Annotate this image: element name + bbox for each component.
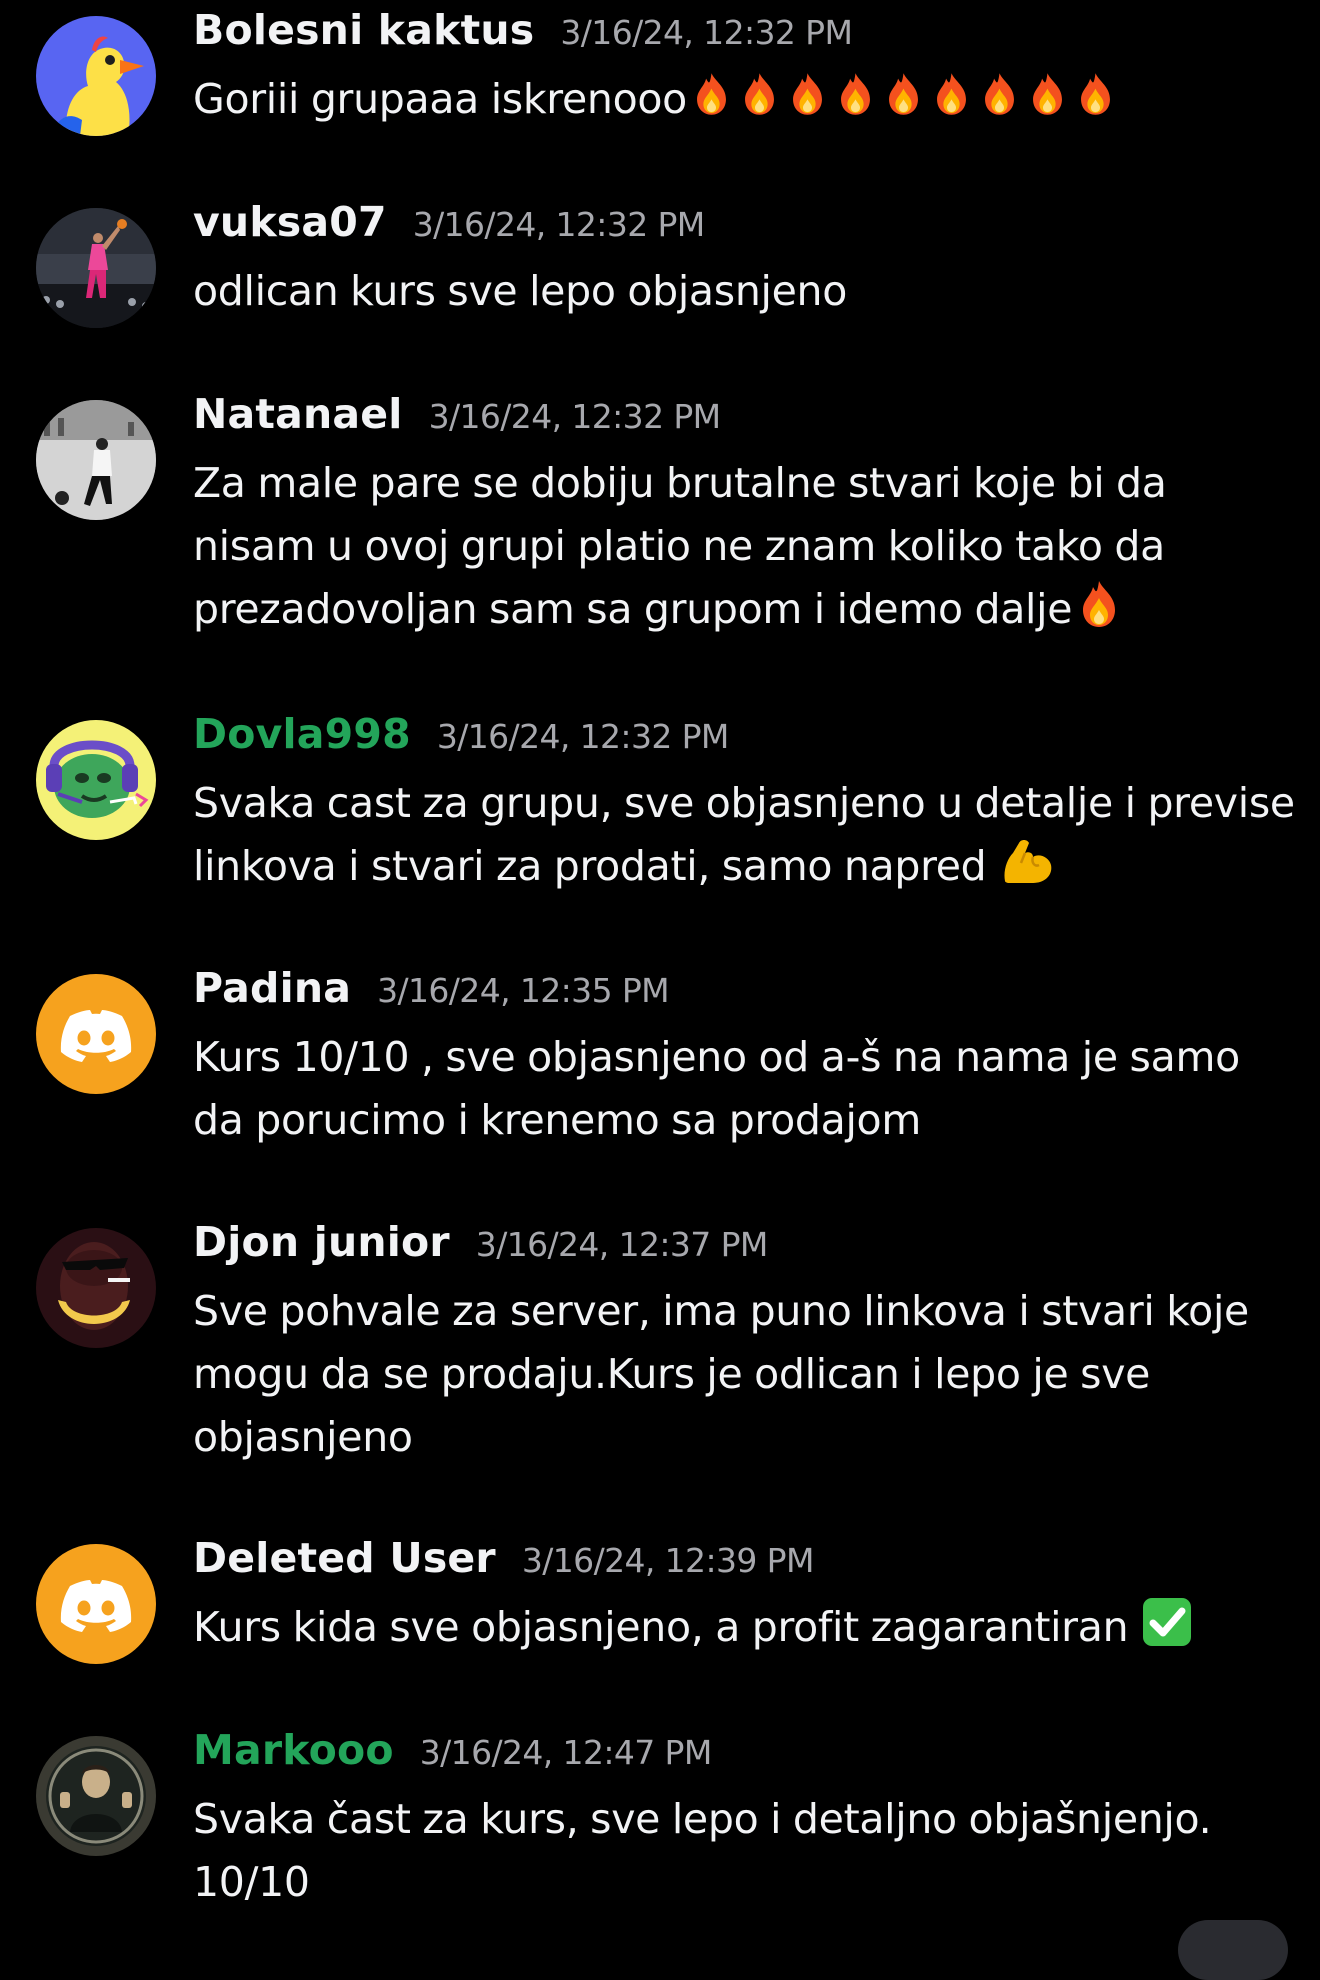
message-line: Kurs kida sve objasnjeno, a profit zagar… bbox=[193, 1596, 1283, 1659]
fire-emoji bbox=[880, 68, 927, 120]
fire-emoji bbox=[688, 68, 735, 120]
message-line: linkova i stvari za prodati, samo napred bbox=[193, 835, 1283, 898]
message-header: Dovla998 3/16/24, 12:32 PM bbox=[193, 710, 729, 774]
message-line: Goriii grupaaa iskrenooo bbox=[193, 68, 1283, 131]
message-line: mogu da se prodaju.Kurs je odlican i lep… bbox=[193, 1350, 1151, 1398]
discord-default-avatar[interactable] bbox=[36, 974, 156, 1094]
message-header: Natanael 3/16/24, 12:32 PM bbox=[193, 390, 721, 454]
timestamp: 3/16/24, 12:32 PM bbox=[428, 397, 722, 436]
scroll-to-bottom-button[interactable] bbox=[1178, 1920, 1288, 1980]
timestamp: 3/16/24, 12:47 PM bbox=[419, 1733, 713, 1772]
flexed-biceps-emoji bbox=[999, 835, 1057, 887]
message-line: Sve pohvale za server, ima puno linkova … bbox=[193, 1287, 1249, 1335]
message-line: odlican kurs sve lepo objasnjeno bbox=[193, 267, 847, 315]
sunglasses-photo-avatar[interactable] bbox=[36, 1228, 156, 1348]
message-line: da porucimo i krenemo sa prodajom bbox=[193, 1096, 921, 1144]
username[interactable]: vuksa07 bbox=[193, 198, 387, 246]
message-content: Goriii grupaaa iskrenooo bbox=[193, 68, 1283, 131]
message-header: Padina 3/16/24, 12:35 PM bbox=[193, 964, 670, 1028]
message-header: vuksa07 3/16/24, 12:32 PM bbox=[193, 198, 705, 262]
message-line: Za male pare se dobiju brutalne stvari k… bbox=[193, 459, 1167, 507]
message-header: Bolesni kaktus 3/16/24, 12:32 PM bbox=[193, 6, 853, 70]
message-item: Dovla998 3/16/24, 12:32 PM Svaka cast za… bbox=[0, 704, 1320, 956]
username[interactable]: Deleted User bbox=[193, 1534, 496, 1582]
username[interactable]: Dovla998 bbox=[193, 710, 411, 758]
message-header: Markooo 3/16/24, 12:47 PM bbox=[193, 1726, 712, 1790]
message-content: Kurs 10/10 , sve objasnjeno od a-š na na… bbox=[193, 1026, 1283, 1152]
message-item: Djon junior 3/16/24, 12:37 PM Sve pohval… bbox=[0, 1212, 1320, 1528]
message-line: prezadovoljan sam sa grupom i idemo dalj… bbox=[193, 578, 1283, 641]
football-photo-avatar[interactable] bbox=[36, 400, 156, 520]
message-line: objasnjeno bbox=[193, 1413, 413, 1461]
check-mark-emoji bbox=[1141, 1596, 1193, 1648]
username[interactable]: Bolesni kaktus bbox=[193, 6, 534, 54]
message-line: 10/10 bbox=[193, 1858, 310, 1906]
message-header: Djon junior 3/16/24, 12:37 PM bbox=[193, 1218, 768, 1282]
green-gamer-avatar[interactable] bbox=[36, 720, 156, 840]
timestamp: 3/16/24, 12:35 PM bbox=[377, 971, 670, 1010]
message-feed: Bolesni kaktus 3/16/24, 12:32 PM Goriii … bbox=[0, 0, 1320, 1980]
message-content: Svaka cast za grupu, sve objasnjeno u de… bbox=[193, 772, 1295, 898]
fire-emoji bbox=[784, 68, 831, 120]
message-text: linkova i stvari za prodati, samo napred bbox=[193, 842, 999, 890]
message-line: Svaka cast za grupu, sve objasnjeno u de… bbox=[193, 779, 1295, 827]
message-item: Markooo 3/16/24, 12:47 PM Svaka čast za … bbox=[0, 1720, 1320, 1936]
message-item: Bolesni kaktus 3/16/24, 12:32 PM Goriii … bbox=[0, 0, 1320, 190]
username[interactable]: Djon junior bbox=[193, 1218, 450, 1266]
message-item: vuksa07 3/16/24, 12:32 PM odlican kurs s… bbox=[0, 192, 1320, 382]
basketball-photo-avatar[interactable] bbox=[36, 208, 156, 328]
fire-emoji bbox=[736, 68, 783, 120]
fire-emoji bbox=[1072, 68, 1119, 120]
message-text: Goriii grupaaa iskrenooo bbox=[193, 75, 687, 123]
timestamp: 3/16/24, 12:32 PM bbox=[436, 717, 730, 756]
message-content: Sve pohvale za server, ima puno linkova … bbox=[193, 1280, 1283, 1469]
fire-emoji bbox=[1073, 578, 1125, 630]
message-text: Kurs kida sve objasnjeno, a profit zagar… bbox=[193, 1603, 1140, 1651]
duck-avatar-icon[interactable] bbox=[36, 16, 156, 136]
message-content: Svaka čast za kurs, sve lepo i detaljno … bbox=[193, 1788, 1283, 1914]
username[interactable]: Markooo bbox=[193, 1726, 394, 1774]
message-item: Deleted User 3/16/24, 12:39 PM Kurs kida… bbox=[0, 1528, 1320, 1720]
timestamp: 3/16/24, 12:32 PM bbox=[560, 13, 853, 52]
message-item: Padina 3/16/24, 12:35 PM Kurs 10/10 , sv… bbox=[0, 958, 1320, 1212]
message-text: prezadovoljan sam sa grupom i idemo dalj… bbox=[193, 585, 1073, 633]
fire-emoji bbox=[928, 68, 975, 120]
message-line: nisam u ovoj grupi platio ne znam koliko… bbox=[193, 522, 1165, 570]
portrait-photo-avatar[interactable] bbox=[36, 1736, 156, 1856]
username[interactable]: Natanael bbox=[193, 390, 403, 438]
message-content: Kurs kida sve objasnjeno, a profit zagar… bbox=[193, 1596, 1283, 1659]
discord-default-avatar[interactable] bbox=[36, 1544, 156, 1664]
message-header: Deleted User 3/16/24, 12:39 PM bbox=[193, 1534, 814, 1598]
timestamp: 3/16/24, 12:32 PM bbox=[412, 205, 706, 244]
fire-emoji bbox=[1024, 68, 1071, 120]
fire-emoji bbox=[976, 68, 1023, 120]
fire-emoji bbox=[832, 68, 879, 120]
username[interactable]: Padina bbox=[193, 964, 351, 1012]
message-content: odlican kurs sve lepo objasnjeno bbox=[193, 260, 1283, 323]
timestamp: 3/16/24, 12:37 PM bbox=[475, 1225, 769, 1264]
message-item: Natanael 3/16/24, 12:32 PM Za male pare … bbox=[0, 384, 1320, 704]
timestamp: 3/16/24, 12:39 PM bbox=[521, 1541, 815, 1580]
message-content: Za male pare se dobiju brutalne stvari k… bbox=[193, 452, 1283, 641]
message-line: Svaka čast za kurs, sve lepo i detaljno … bbox=[193, 1795, 1212, 1843]
message-line: Kurs 10/10 , sve objasnjeno od a-š na na… bbox=[193, 1033, 1240, 1081]
